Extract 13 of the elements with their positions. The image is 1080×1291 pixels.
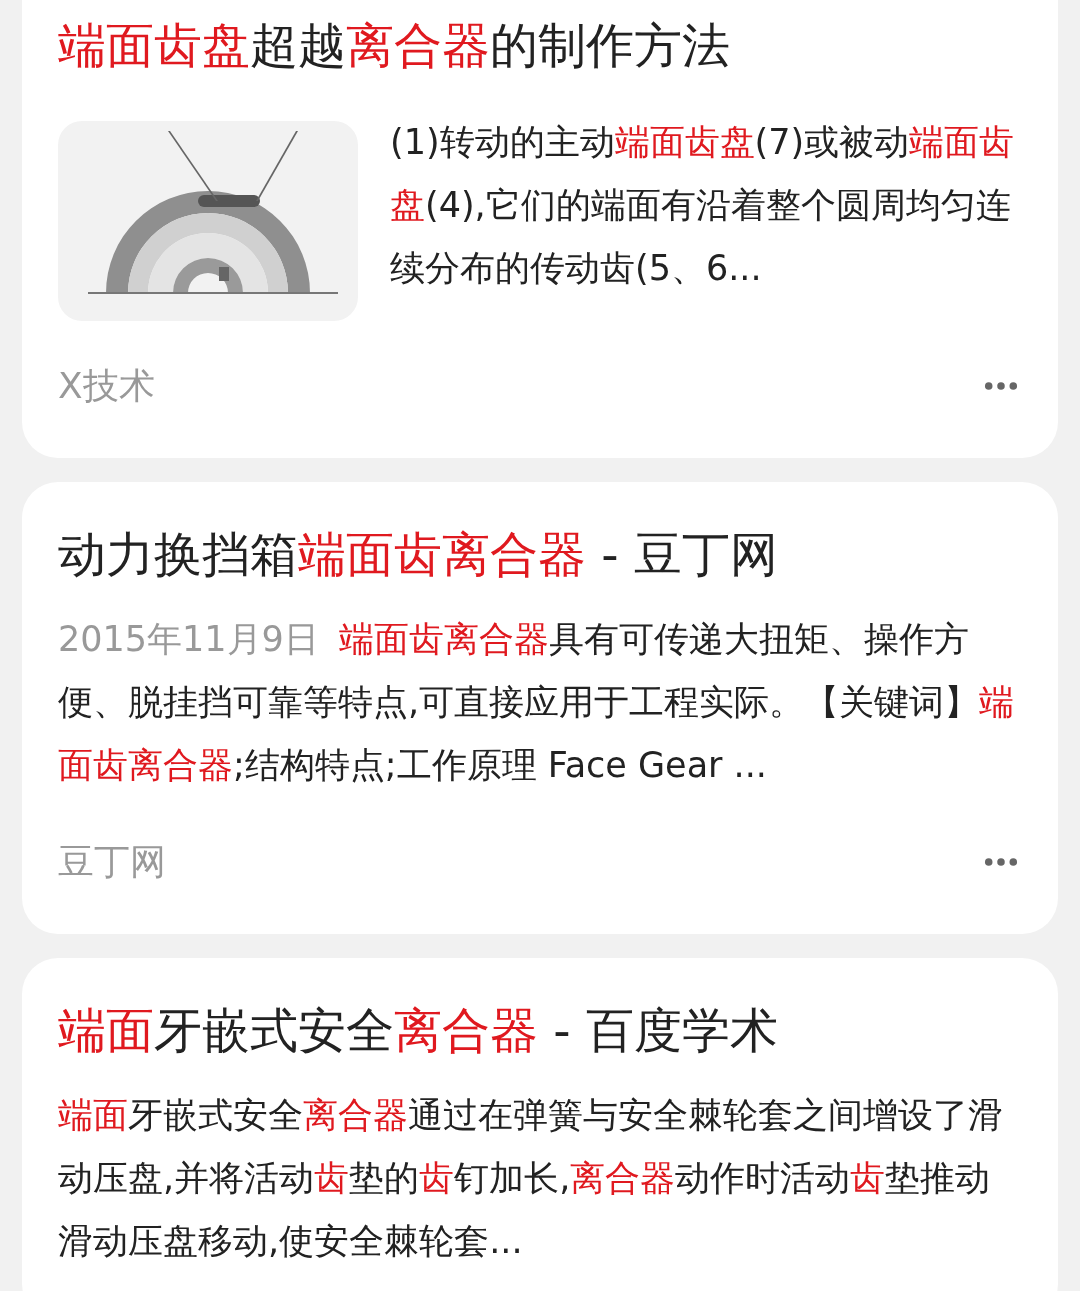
result-title[interactable]: 端面齿盘超越离合器的制作方法 bbox=[58, 13, 1022, 77]
result-card[interactable]: 端面牙嵌式安全离合器 - 百度学术 端面牙嵌式安全离合器通过在弹簧与安全棘轮套之间增设了滑动压盘,并将活动齿垫的齿钉加长,离合器动作时活动齿垫推动滑动压盘移动,使安全棘轮套... bbox=[22, 958, 1058, 1291]
result-title[interactable]: 端面牙嵌式安全离合器 - 百度学术 bbox=[58, 998, 1022, 1062]
result-snippet: 2015年11月9日 端面齿离合器具有可传递大扭矩、操作方便、脱挂挡可靠等特点,可直接应用于工程实际。【关键词】端面齿离合器;结构特点;工作原理 Face Gear ... bbox=[58, 618, 1016, 787]
more-icon[interactable] bbox=[984, 381, 1018, 391]
result-snippet: (1)转动的主动端面齿盘(7)或被动端面齿盘(4),它们的端面有沿着整个圆周均匀连续分布的传动齿(5、6... bbox=[390, 121, 1016, 290]
result-title[interactable]: 动力换挡箱端面齿离合器 - 豆丁网 bbox=[58, 522, 1022, 586]
source-name: 豆丁网 bbox=[58, 840, 166, 884]
result-card[interactable]: 动力换挡箱端面齿离合器 - 豆丁网 2015年11月9日 端面齿离合器具有可传递大扭矩、操作方便、脱挂挡可靠等特点,可直接应用于工程实际。【关键词】端面齿离合器;结构特点;工作原理 Face Gear ... 豆丁网 bbox=[22, 482, 1058, 934]
source-name: X技术 bbox=[58, 364, 155, 408]
more-icon[interactable] bbox=[984, 857, 1018, 867]
result-card[interactable]: 端面齿盘超越离合器的制作方法 (1)转动的主动端面齿盘(7)或被动端面齿盘(4),它们的端面有沿着整个圆周均匀连续分布的传动齿(5、6... X技术 bbox=[22, 0, 1058, 458]
result-snippet: 端面牙嵌式安全离合器通过在弹簧与安全棘轮套之间增设了滑动压盘,并将活动齿垫的齿钉加长,离合器动作时活动齿垫推动滑动压盘移动,使安全棘轮套... bbox=[58, 1094, 1004, 1263]
